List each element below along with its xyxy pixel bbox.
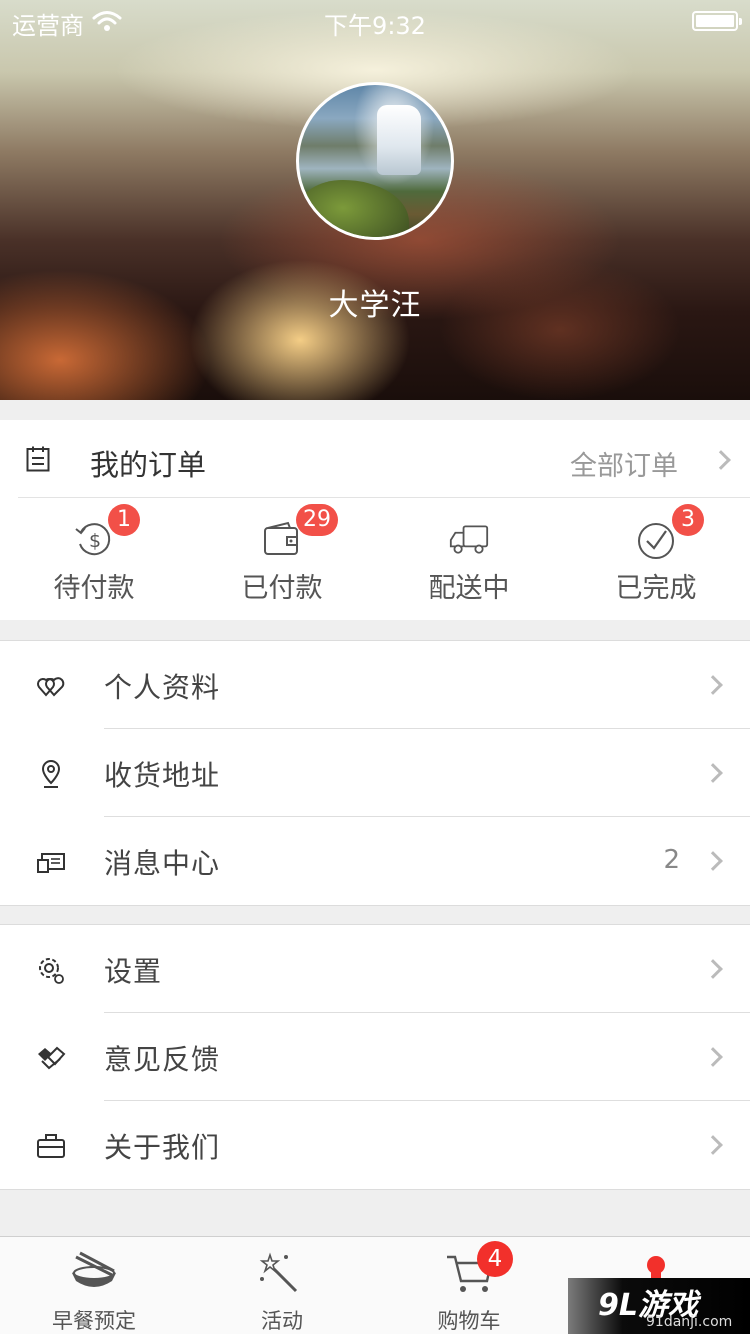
tab-breakfast[interactable]: 早餐预定: [0, 1237, 188, 1334]
chevron-right-icon: [703, 1135, 723, 1155]
chevron-right-icon: [703, 675, 723, 695]
badge: 29: [296, 504, 338, 536]
wallet-icon: [264, 521, 298, 555]
order-status-label: 已付款: [241, 573, 323, 604]
tab-activity[interactable]: 活动: [188, 1237, 376, 1334]
message-card-icon: [37, 853, 65, 873]
menu-item-about[interactable]: 关于我们: [0, 1101, 750, 1189]
all-orders-link[interactable]: 全部订单: [570, 444, 678, 483]
gear-icon: [39, 958, 64, 984]
watermark-url: 91danji.com: [646, 1314, 733, 1330]
briefcase-icon: [37, 1134, 65, 1158]
tab-label: 活动: [261, 1309, 303, 1333]
profile-header: 运营商 下午9:32 大学汪: [0, 0, 750, 400]
bowl-icon: [72, 1251, 116, 1287]
cart-badge: 4: [477, 1241, 513, 1277]
menu-item-feedback[interactable]: 意见反馈: [0, 1013, 750, 1101]
menu-item-label: 个人资料: [104, 671, 221, 704]
order-status-label: 已完成: [615, 573, 697, 604]
menu-item-address[interactable]: 收货地址: [0, 729, 750, 817]
chevron-right-icon: [703, 763, 723, 783]
order-status-pending-payment[interactable]: $ 1 待付款: [0, 504, 188, 616]
truck-icon: [449, 525, 489, 554]
order-status-paid[interactable]: 29 已付款: [188, 504, 376, 616]
handshake-icon: [38, 1046, 66, 1070]
status-time: 下午9:32: [324, 12, 426, 40]
orders-title: 我的订单: [90, 448, 207, 482]
chevron-right-icon: [703, 1047, 723, 1067]
watermark-logo: 9L游戏 91danji.com: [568, 1278, 750, 1334]
orders-card: 我的订单 全部订单 $ 1 待付款 29 已付款 配送中 3 已完成: [0, 420, 750, 620]
order-status-label: 配送中: [428, 573, 510, 604]
order-status-delivering[interactable]: 配送中: [375, 516, 563, 616]
divider: [18, 497, 750, 498]
orders-header[interactable]: 我的订单 全部订单: [0, 420, 750, 498]
order-status-completed[interactable]: 3 已完成: [562, 504, 750, 616]
battery-icon: [692, 11, 742, 31]
menu-item-messages[interactable]: 消息中心 2: [0, 817, 750, 905]
chevron-right-icon: [711, 450, 731, 470]
avatar[interactable]: [296, 82, 454, 240]
menu-item-label: 收货地址: [104, 759, 221, 792]
user-name[interactable]: 大学汪: [0, 280, 750, 324]
chevron-right-icon: [703, 959, 723, 979]
menu-item-profile[interactable]: 个人资料: [0, 641, 750, 729]
menu-group-misc: 设置 意见反馈 关于我们: [0, 924, 750, 1190]
payment-pending-icon: $: [75, 523, 111, 556]
status-bar: 运营商 下午9:32: [0, 0, 750, 40]
chevron-right-icon: [703, 851, 723, 871]
order-status-label: 待付款: [53, 573, 135, 604]
badge: 1: [108, 504, 140, 536]
hearts-icon: [37, 677, 65, 697]
tab-cart[interactable]: 4 购物车: [375, 1237, 563, 1334]
magic-wand-icon: [259, 1252, 298, 1293]
badge: 3: [672, 504, 704, 536]
tab-label: 早餐预定: [52, 1309, 136, 1333]
menu-item-label: 意见反馈: [104, 1043, 221, 1076]
svg-text:$: $: [89, 530, 101, 552]
menu-item-settings[interactable]: 设置: [0, 925, 750, 1013]
menu-item-label: 设置: [104, 955, 163, 988]
menu-item-label: 关于我们: [104, 1131, 221, 1164]
menu-item-label: 消息中心: [104, 847, 221, 880]
message-count: 2: [663, 845, 680, 875]
tab-label: 购物车: [437, 1309, 501, 1333]
clipboard-icon: [26, 446, 50, 472]
check-circle-icon: [638, 523, 674, 559]
menu-group-account: 个人资料 收货地址 消息中心 2: [0, 640, 750, 906]
location-pin-icon: [41, 759, 61, 788]
